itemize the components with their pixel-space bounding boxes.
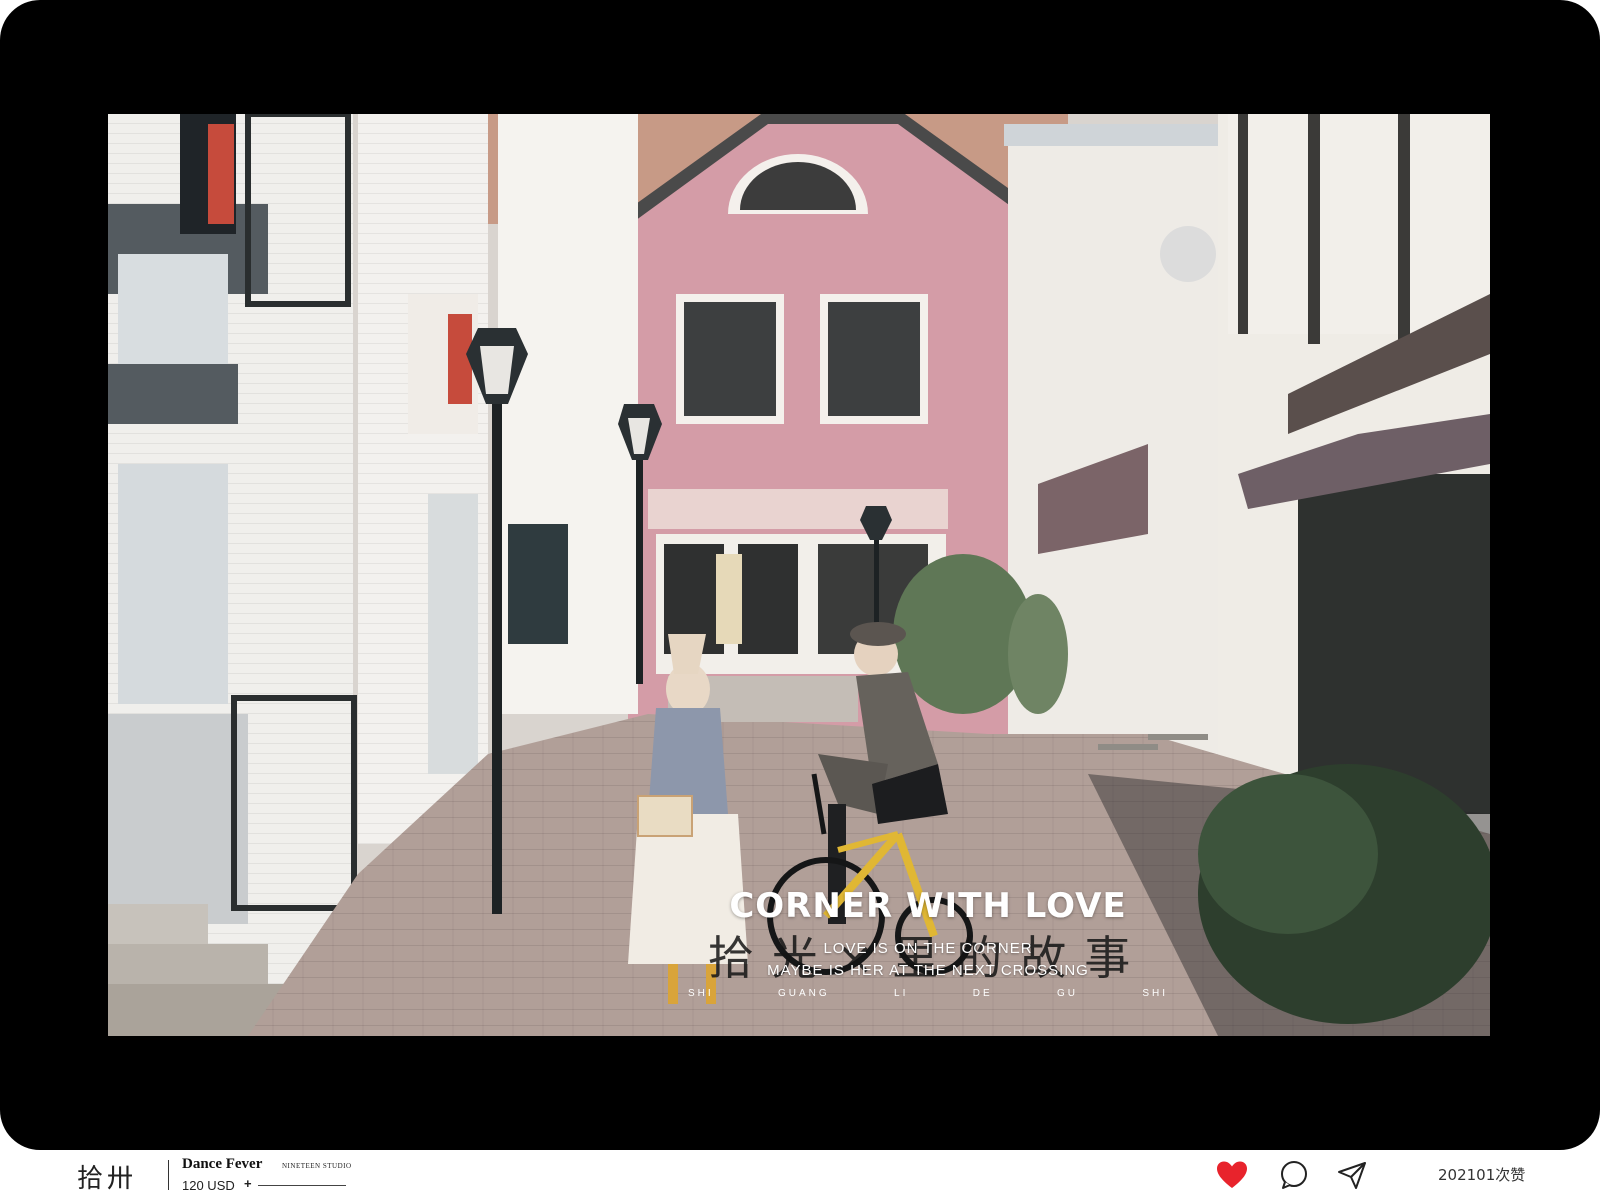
overlay-line-2: MAYBE IS HER AT THE NEXT CROSSING [767, 962, 1089, 979]
pinyin-syllable: GUANG [778, 988, 830, 999]
post-title: Dance Fever [182, 1156, 263, 1172]
add-button[interactable]: + [244, 1176, 252, 1191]
comment-icon[interactable] [1278, 1160, 1310, 1190]
pinyin-syllable: LI [894, 988, 909, 999]
brand-logo: 拾卅 [77, 1164, 138, 1194]
pinyin-syllable: GU [1056, 988, 1078, 999]
overlay-line-1: LOVE IS ON THE CORNER [823, 940, 1033, 957]
studio-name: NINETEEN STUDIO [282, 1162, 352, 1170]
pinyin-syllable: SHI [1142, 988, 1168, 999]
send-icon[interactable] [1336, 1160, 1368, 1190]
photo-caption-overlay: 拾光×里的故事 CORNER WITH LOVE LOVE IS ON THE … [648, 886, 1208, 999]
like-count: 202101次赞 [1438, 1166, 1526, 1184]
overlay-pinyin: SHI GUANG LI DE GU SHI [688, 988, 1168, 999]
price-rule [258, 1185, 346, 1186]
pinyin-syllable: DE [972, 988, 993, 999]
post-footer: 拾卅 Dance Fever NINETEEN STUDIO 120 USD +… [0, 1150, 1600, 1200]
heart-icon[interactable] [1216, 1160, 1248, 1190]
overlay-title: CORNER WITH LOVE [729, 886, 1127, 926]
pinyin-syllable: SHI [688, 988, 714, 999]
divider [168, 1160, 169, 1190]
post-photo[interactable]: 拾光×里的故事 CORNER WITH LOVE LOVE IS ON THE … [108, 114, 1490, 1036]
photo-frame: 拾光×里的故事 CORNER WITH LOVE LOVE IS ON THE … [0, 0, 1600, 1150]
price-label: 120 USD [182, 1178, 235, 1193]
